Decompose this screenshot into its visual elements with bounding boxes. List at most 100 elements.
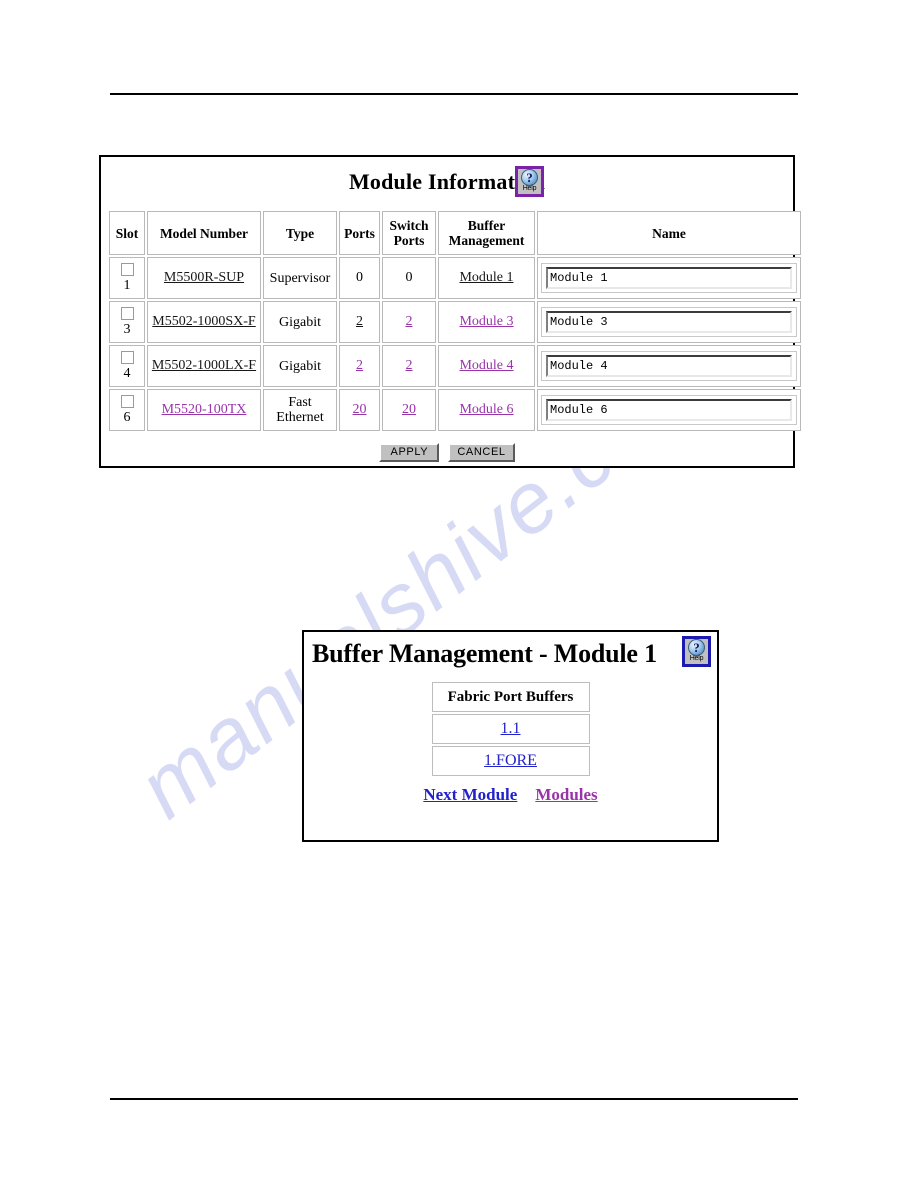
type-text: Gigabit: [267, 315, 333, 330]
buffer-management-link[interactable]: Module 3: [459, 314, 513, 329]
ports-link[interactable]: 2: [356, 358, 363, 373]
cancel-button[interactable]: CANCEL: [448, 443, 515, 462]
nav-link-next-module[interactable]: Next Module: [423, 785, 517, 805]
cell-fabric-port-buffer: 1.1: [431, 714, 590, 744]
type-line: Ethernet: [276, 410, 324, 425]
slot-checkbox[interactable]: [120, 263, 134, 276]
name-field-wrapper: [541, 395, 797, 425]
cell-switch-ports: 2: [382, 301, 436, 343]
type-line: Supervisor: [269, 270, 331, 286]
fabric-port-buffers-table: Fabric Port Buffers 1.1 1.FORE: [430, 680, 592, 778]
slot-number: 6: [123, 410, 131, 425]
slot-checkbox[interactable]: [120, 395, 134, 408]
nav-link-modules[interactable]: Modules: [535, 785, 597, 805]
cell-ports: 2: [339, 301, 380, 343]
column-header-ports: Ports: [339, 211, 380, 255]
cell-ports: 2: [339, 345, 380, 387]
module-name-input[interactable]: [546, 311, 792, 333]
table-row: 1.FORE: [431, 746, 590, 776]
column-header-buffer-management: Buffer Management: [438, 211, 535, 255]
model-number-link[interactable]: M5502-1000SX-F: [152, 314, 255, 329]
cell-ports: 0: [339, 257, 380, 299]
ports-value: 0: [356, 270, 363, 285]
slot-checkbox[interactable]: [120, 351, 134, 364]
switch-ports-value: 0: [405, 270, 413, 285]
cell-model-number: M5502-1000SX-F: [147, 301, 261, 343]
column-header-switch-ports-line1: Switch: [389, 218, 429, 233]
ports-link[interactable]: 20: [353, 402, 367, 417]
switch-ports-link[interactable]: 2: [406, 358, 413, 373]
buffer-management-link[interactable]: Module 1: [459, 270, 513, 285]
fabric-port-buffers-container: Fabric Port Buffers 1.1 1.FORE: [304, 680, 717, 778]
cell-switch-ports: 20: [382, 389, 436, 431]
cell-model-number: M5502-1000LX-F: [147, 345, 261, 387]
slot-cell-content: 6: [113, 395, 141, 425]
module-name-input[interactable]: [546, 399, 792, 421]
slot-cell-content: 4: [113, 351, 141, 381]
ports-link[interactable]: 2: [356, 314, 363, 329]
cell-ports: 20: [339, 389, 380, 431]
apply-button[interactable]: APPLY: [379, 443, 440, 462]
column-header-type: Type: [263, 211, 337, 255]
module-information-table: Slot Model Number Type Ports Switch Port…: [107, 209, 803, 433]
header-rule: [110, 93, 798, 95]
table-row: 4 M5502-1000LX-F Gigabit 2 2 Module 4: [109, 345, 801, 387]
table-row: 1.1: [431, 714, 590, 744]
help-icon[interactable]: ? Help: [682, 636, 711, 667]
name-field-wrapper: [541, 263, 797, 293]
help-icon-label: Help: [522, 185, 537, 192]
cell-name: [537, 301, 801, 343]
cell-type: Gigabit: [263, 345, 337, 387]
slot-number: 4: [123, 366, 131, 381]
cell-switch-ports: 2: [382, 345, 436, 387]
column-header-switch-ports-line2: Ports: [393, 233, 425, 248]
help-button-buffer-management[interactable]: ? Help: [682, 636, 711, 667]
cell-slot: 4: [109, 345, 145, 387]
type-line: Gigabit: [279, 314, 321, 330]
name-field-wrapper: [541, 351, 797, 381]
column-header-slot: Slot: [109, 211, 145, 255]
switch-ports-link[interactable]: 20: [402, 402, 416, 417]
cell-switch-ports: 0: [382, 257, 436, 299]
cell-buffer-management: Module 3: [438, 301, 535, 343]
model-number-link[interactable]: M5520-100TX: [162, 402, 247, 417]
column-header-name: Name: [537, 211, 801, 255]
question-mark-icon: ?: [521, 169, 538, 186]
fabric-port-buffer-link[interactable]: 1.FORE: [484, 752, 537, 769]
module-information-title-bar: Module Information ? Help: [101, 157, 793, 207]
cell-slot: 6: [109, 389, 145, 431]
table-header-row: Slot Model Number Type Ports Switch Port…: [109, 211, 801, 255]
fabric-port-buffers-body: 1.1 1.FORE: [431, 714, 590, 776]
cell-model-number: M5500R-SUP: [147, 257, 261, 299]
footer-rule: [110, 1098, 798, 1100]
form-actions: APPLY CANCEL: [101, 443, 793, 462]
fabric-port-buffer-link[interactable]: 1.1: [501, 720, 521, 737]
type-text: Supervisor: [267, 271, 333, 286]
column-header-buffer-management-line1: Buffer: [467, 218, 506, 233]
cell-name: [537, 389, 801, 431]
cell-slot: 1: [109, 257, 145, 299]
cell-buffer-management: Module 6: [438, 389, 535, 431]
module-name-input[interactable]: [546, 267, 792, 289]
cell-fabric-port-buffer: 1.FORE: [431, 746, 590, 776]
slot-checkbox[interactable]: [120, 307, 134, 320]
type-text: Fast Ethernet: [267, 395, 333, 425]
table-row: 3 M5502-1000SX-F Gigabit 2 2 Module 3: [109, 301, 801, 343]
slot-number: 3: [123, 322, 131, 337]
buffer-management-link[interactable]: Module 6: [459, 402, 513, 417]
cell-type: Fast Ethernet: [263, 389, 337, 431]
table-header-row: Fabric Port Buffers: [431, 682, 590, 712]
module-name-input[interactable]: [546, 355, 792, 377]
model-number-link[interactable]: M5500R-SUP: [164, 270, 244, 285]
cell-type: Supervisor: [263, 257, 337, 299]
help-icon[interactable]: ? Help: [515, 166, 544, 197]
help-button-module-info[interactable]: ? Help: [515, 166, 544, 197]
cell-name: [537, 345, 801, 387]
table-row: 1 M5500R-SUP Supervisor 0 0 Module 1: [109, 257, 801, 299]
cell-name: [537, 257, 801, 299]
buffer-management-link[interactable]: Module 4: [459, 358, 513, 373]
model-number-link[interactable]: M5502-1000LX-F: [152, 358, 256, 373]
table-row: 6 M5520-100TX Fast Ethernet 20 20 Module 6: [109, 389, 801, 431]
switch-ports-link[interactable]: 2: [406, 314, 413, 329]
cell-buffer-management: Module 4: [438, 345, 535, 387]
